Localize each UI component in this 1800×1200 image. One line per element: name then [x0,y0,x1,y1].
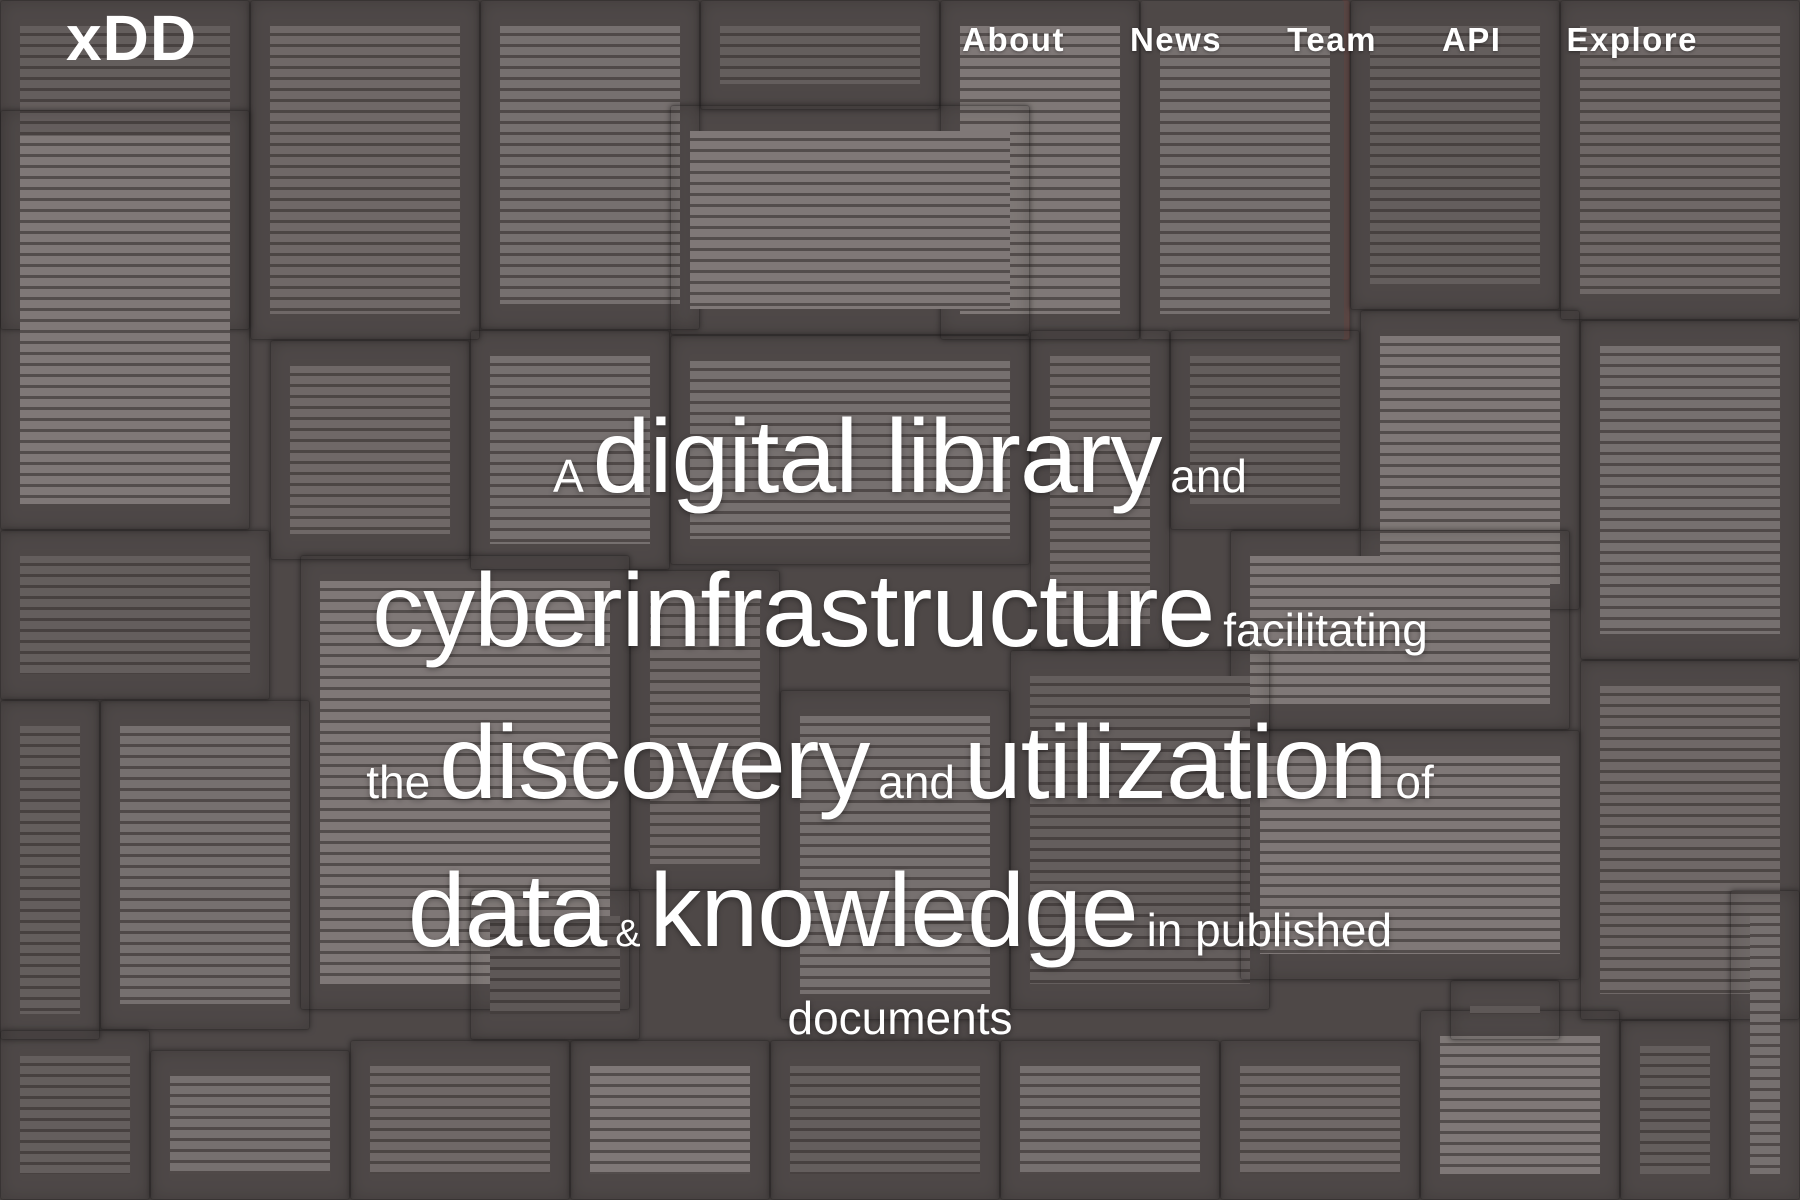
nav-link-api[interactable]: API [1442,18,1502,62]
nav-link-news[interactable]: News [1130,18,1222,62]
navbar: xDD About News Team API Explore [0,0,1800,80]
headline-word: knowledge [649,853,1138,969]
nav-link-team[interactable]: Team [1287,18,1377,62]
headline-word: facilitating [1223,604,1428,656]
nav-link-about[interactable]: About [962,18,1065,62]
nav-link-explore[interactable]: Explore [1566,18,1698,62]
headline-word: cyberinfrastructure [372,553,1215,669]
headline-line-5: documents [260,995,1540,1042]
site-logo[interactable]: xDD [66,0,197,76]
headline-word: A [553,450,584,502]
headline-word: the [366,756,431,808]
headline-line-3: the discovery and utilization of [260,711,1540,815]
headline-word: and [1170,450,1247,502]
headline-word: digital library [592,399,1163,515]
headline-line-4: data & knowledge in published [260,859,1540,963]
headline-word: of [1395,756,1434,808]
headline-word: discovery [439,705,870,821]
headline-word: documents [787,992,1013,1044]
headline-line-1: A digital library and [260,405,1540,509]
headline-line-2: cyberinfrastructure facilitating [260,559,1540,663]
headline-word: data [407,853,607,969]
headline-word: & [615,913,641,955]
hero-section: xDD About News Team API Explore A digita… [0,0,1800,1200]
hero-headline: A digital library and cyberinfrastructur… [260,405,1540,1042]
headline-word: in published [1146,904,1393,956]
nav-links: About News Team API Explore [897,18,1698,62]
headline-word: and [878,756,955,808]
headline-word: utilization [963,705,1388,821]
